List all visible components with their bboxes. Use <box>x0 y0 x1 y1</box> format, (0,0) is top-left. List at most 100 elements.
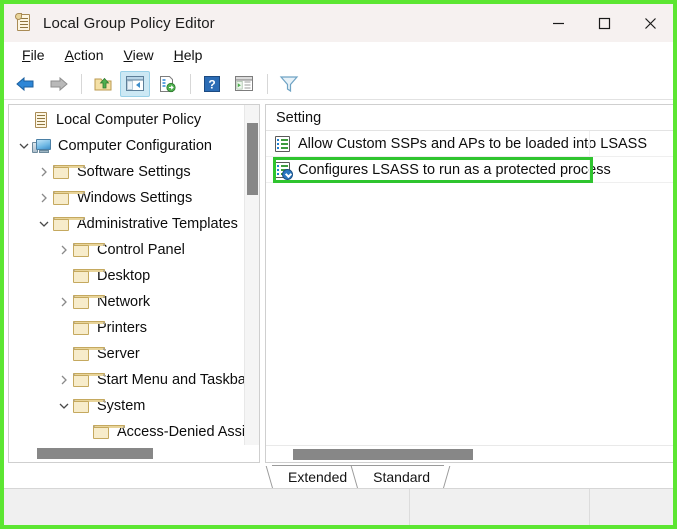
setting-list-row[interactable]: Allow Custom SSPs and APs to be loaded i… <box>266 131 673 157</box>
properties-icon <box>160 75 176 92</box>
view-tab-strip: Extended Standard <box>4 463 673 488</box>
folder-icon <box>52 216 85 232</box>
menu-action[interactable]: Action <box>55 45 114 65</box>
status-bar <box>4 488 673 525</box>
help-button[interactable]: ? <box>197 71 227 97</box>
filter-button[interactable] <box>274 71 304 97</box>
folder-icon <box>72 242 105 258</box>
policy-setting-download-icon <box>274 161 293 180</box>
chevron-down-icon[interactable] <box>35 220 52 228</box>
column-header-setting[interactable]: Setting <box>276 110 673 126</box>
tree-item[interactable]: Computer Configuration <box>9 133 259 159</box>
tree-item-label: Control Panel <box>97 242 185 258</box>
column-gridline <box>589 131 590 156</box>
tree-item[interactable]: Administrative Templates <box>9 211 259 237</box>
chevron-right-icon[interactable] <box>35 167 52 177</box>
settings-list-pane: Setting Allow Custom SSPs and APs to be … <box>265 104 673 463</box>
folder-icon <box>52 190 85 206</box>
list-horizontal-scrollbar[interactable] <box>266 445 673 462</box>
caption-button-group <box>535 4 673 42</box>
chevron-right-icon[interactable] <box>55 297 72 307</box>
tree-item[interactable]: Control Panel <box>9 237 259 263</box>
tab-extended-label: Extended <box>288 469 348 485</box>
tree-item[interactable]: Printers <box>9 315 259 341</box>
maximize-button[interactable] <box>581 4 627 42</box>
back-button[interactable] <box>11 71 41 97</box>
computer-icon <box>32 138 52 155</box>
toolbar-separator <box>190 73 191 94</box>
tab-standard-label: Standard <box>373 469 430 485</box>
tree-vertical-scrollbar[interactable] <box>244 105 259 445</box>
chevron-right-icon[interactable] <box>35 193 52 203</box>
tree-item-label: Access-Denied Assistance <box>117 424 255 440</box>
close-button[interactable] <box>627 4 673 42</box>
tree-item[interactable]: Software Settings <box>9 159 259 185</box>
menu-view[interactable]: View <box>114 45 164 65</box>
column-gridline <box>589 157 590 182</box>
tree-item[interactable]: Windows Settings <box>9 185 259 211</box>
title-bar: Local Group Policy Editor <box>4 4 673 42</box>
chevron-right-icon[interactable] <box>55 245 72 255</box>
menu-file[interactable]: File <box>12 45 55 65</box>
folder-icon <box>72 372 105 388</box>
properties-button[interactable] <box>152 71 182 97</box>
folder-icon <box>52 164 85 180</box>
tree-vertical-scroll-thumb[interactable] <box>247 123 258 195</box>
policy-scroll-icon <box>15 13 33 33</box>
policy-tree[interactable]: Local Computer Policy Computer Configurat… <box>9 105 259 445</box>
forward-button[interactable] <box>43 71 73 97</box>
tree-item[interactable]: Local Computer Policy <box>9 107 259 133</box>
menu-bar: File Action View Help <box>4 42 673 68</box>
tree-item-label: Software Settings <box>77 164 191 180</box>
tree-item[interactable]: Server <box>9 341 259 367</box>
folder-icon <box>72 268 105 284</box>
folder-icon <box>92 424 125 440</box>
setting-list-row[interactable]: Configures LSASS to run as a protected p… <box>266 157 673 183</box>
tab-extended[interactable]: Extended <box>272 465 362 488</box>
console-tree-icon <box>126 76 144 91</box>
chevron-right-icon[interactable] <box>55 375 72 385</box>
tree-horizontal-scroll-thumb[interactable] <box>37 448 153 459</box>
tree-item-label: Computer Configuration <box>58 138 212 154</box>
group-policy-editor-window: Local Group Policy Editor File Action Vi… <box>4 4 673 525</box>
tree-item[interactable]: Access-Denied Assistance <box>9 419 259 445</box>
folder-icon <box>72 320 105 336</box>
toolbar-separator <box>81 73 82 94</box>
status-cell-3 <box>589 489 673 525</box>
policy-icon <box>32 111 50 130</box>
toolbar-separator <box>267 73 268 94</box>
tree-item[interactable]: Start Menu and Taskbar <box>9 367 259 393</box>
forward-arrow-icon <box>50 76 68 91</box>
show-hide-console-tree-button[interactable] <box>120 70 150 97</box>
folder-icon <box>72 294 105 310</box>
up-folder-icon <box>94 77 112 90</box>
svg-text:?: ? <box>208 77 215 91</box>
tree-item-label: Local Computer Policy <box>56 112 202 128</box>
funnel-filter-icon <box>279 75 299 92</box>
tab-standard[interactable]: Standard <box>357 465 444 488</box>
console-tree-pane: Local Computer Policy Computer Configurat… <box>8 104 260 463</box>
tree-item[interactable]: Desktop <box>9 263 259 289</box>
tree-item-label: Windows Settings <box>77 190 193 206</box>
filter-window-icon <box>235 76 253 91</box>
menu-help[interactable]: Help <box>164 45 213 65</box>
tree-item[interactable]: System <box>9 393 259 419</box>
help-question-icon: ? <box>204 75 220 92</box>
chevron-down-icon[interactable] <box>15 142 32 150</box>
main-body: Local Computer Policy Computer Configurat… <box>4 100 673 463</box>
setting-label: Allow Custom SSPs and APs to be loaded i… <box>298 135 648 152</box>
status-cell-1 <box>4 489 409 525</box>
tree-item[interactable]: Network <box>9 289 259 315</box>
policy-setting-icon <box>274 135 291 152</box>
up-one-level-button[interactable] <box>88 71 118 97</box>
setting-label: Configures LSASS to run as a protected p… <box>298 161 611 178</box>
folder-icon <box>72 346 105 362</box>
minimize-button[interactable] <box>535 4 581 42</box>
settings-list[interactable]: Allow Custom SSPs and APs to be loaded i… <box>266 131 673 445</box>
tree-item-label: Start Menu and Taskbar <box>97 372 251 388</box>
filter-options-button[interactable] <box>229 71 259 97</box>
chevron-down-icon[interactable] <box>55 402 72 410</box>
toolbar: ? <box>4 68 673 100</box>
list-horizontal-scroll-thumb[interactable] <box>293 449 473 460</box>
tree-horizontal-scrollbar[interactable] <box>9 445 259 462</box>
